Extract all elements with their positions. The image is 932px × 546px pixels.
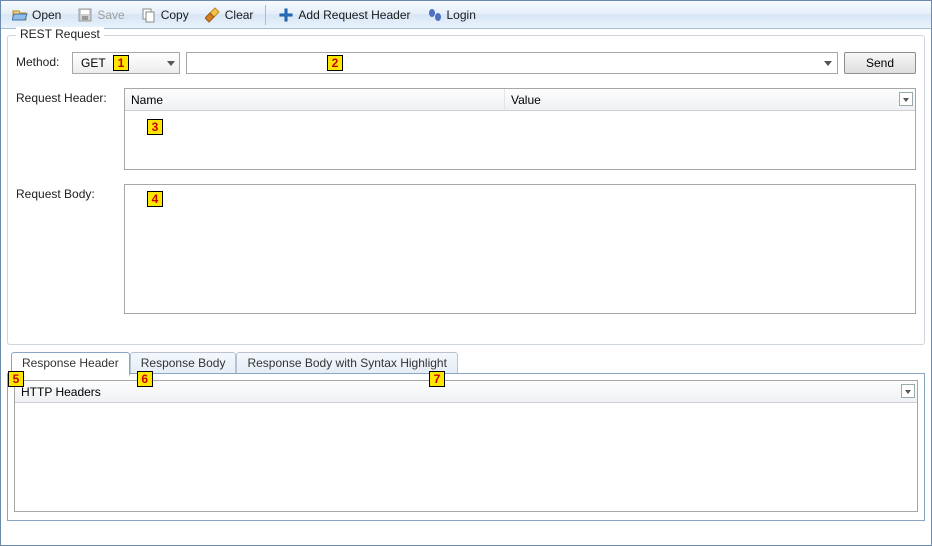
- method-label: Method:: [16, 52, 72, 69]
- annotation-marker: 2: [327, 55, 343, 71]
- tab-response-header[interactable]: Response Header 5: [11, 352, 130, 377]
- tab-response-body-syntax[interactable]: Response Body with Syntax Highlight 7: [236, 352, 457, 374]
- response-grid-header: HTTP Headers: [15, 381, 917, 403]
- clear-label: Clear: [225, 8, 254, 22]
- footprint-login-icon: [427, 7, 443, 23]
- main-toolbar: Open Save Copy Clear Add Request Header …: [1, 1, 931, 29]
- response-tabs-container: Response Header 5 Response Body 6 Respon…: [7, 351, 925, 521]
- clear-button[interactable]: Clear: [198, 4, 261, 26]
- login-button[interactable]: Login: [420, 4, 483, 26]
- rest-request-panel: REST Request Method: GET 1 2 Send Reques…: [7, 35, 925, 345]
- chevron-down-icon: [824, 61, 832, 66]
- url-input[interactable]: 2: [186, 52, 838, 74]
- floppy-save-icon: [77, 7, 93, 23]
- grid-options-icon[interactable]: [901, 384, 915, 398]
- add-request-header-button[interactable]: Add Request Header: [271, 4, 417, 26]
- annotation-marker: 3: [147, 119, 163, 135]
- response-headers-grid[interactable]: HTTP Headers: [14, 380, 918, 512]
- grid-options-icon[interactable]: [899, 92, 913, 106]
- toolbar-separator: [265, 5, 266, 25]
- copy-button[interactable]: Copy: [134, 4, 196, 26]
- save-label: Save: [97, 8, 124, 22]
- method-value: GET: [81, 56, 106, 70]
- column-header-name[interactable]: Name: [125, 89, 505, 110]
- broom-clear-icon: [205, 7, 221, 23]
- send-button[interactable]: Send: [844, 52, 916, 74]
- column-header-http-headers[interactable]: HTTP Headers: [21, 385, 101, 399]
- panel-title: REST Request: [16, 27, 104, 41]
- annotation-marker: 1: [113, 55, 129, 71]
- copy-icon: [141, 7, 157, 23]
- response-area: HTTP Headers: [7, 373, 925, 521]
- grid-header-row: Name Value: [125, 89, 915, 111]
- save-button[interactable]: Save: [70, 4, 131, 26]
- request-header-label: Request Header:: [16, 88, 124, 105]
- request-body-label: Request Body:: [16, 184, 124, 201]
- copy-label: Copy: [161, 8, 189, 22]
- login-label: Login: [447, 8, 476, 22]
- send-label: Send: [866, 56, 894, 70]
- tab-label: Response Body with Syntax Highlight: [247, 356, 446, 370]
- response-tabs: Response Header 5 Response Body 6 Respon…: [7, 351, 925, 373]
- tab-label: Response Body: [141, 356, 226, 370]
- chevron-down-icon: [167, 61, 175, 66]
- request-header-grid[interactable]: Name Value 3: [124, 88, 916, 170]
- tab-response-body[interactable]: Response Body 6: [130, 352, 237, 374]
- annotation-marker: 4: [147, 191, 163, 207]
- request-body-textarea[interactable]: 4: [124, 184, 916, 314]
- open-label: Open: [32, 8, 61, 22]
- tab-label: Response Header: [22, 356, 119, 370]
- column-header-value[interactable]: Value: [505, 89, 915, 110]
- folder-open-icon: [12, 7, 28, 23]
- method-select[interactable]: GET 1: [72, 52, 180, 74]
- open-button[interactable]: Open: [5, 4, 68, 26]
- plus-icon: [278, 7, 294, 23]
- add-header-label: Add Request Header: [298, 8, 410, 22]
